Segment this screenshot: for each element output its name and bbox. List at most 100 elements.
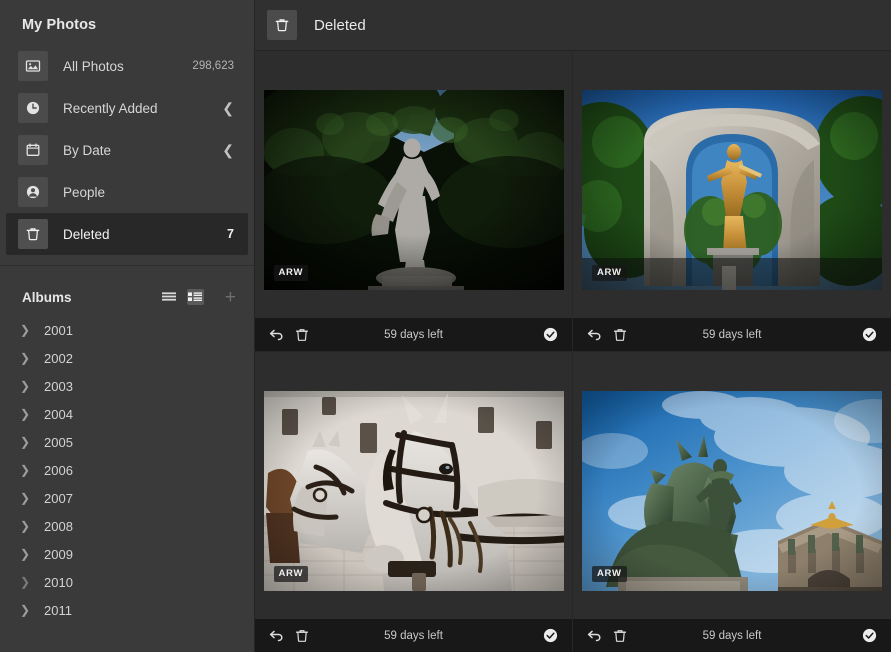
album-year-row[interactable]: ❯ 2010	[0, 568, 254, 596]
album-year-label: 2011	[44, 603, 72, 618]
all-photos-count: 298,623	[192, 60, 234, 72]
thumbnail-wrapper[interactable]: ARW	[582, 90, 882, 290]
check-circle-icon[interactable]	[862, 628, 877, 643]
sidebar: My Photos All Photos 298,623 Recently Ad…	[0, 0, 255, 652]
chevron-right-icon[interactable]: ❯	[20, 323, 36, 337]
album-year-label: 2009	[44, 547, 73, 562]
photo-card-actionbar: 59 days left	[255, 318, 572, 351]
trash-icon[interactable]	[295, 628, 309, 643]
photo-card[interactable]: ARW 59 days left	[255, 352, 573, 652]
trash-icon	[267, 10, 297, 40]
undo-icon[interactable]	[269, 629, 284, 643]
album-year-row[interactable]: ❯ 2007	[0, 484, 254, 512]
trash-icon[interactable]	[613, 628, 627, 643]
album-year-row[interactable]: ❯ 2001	[0, 316, 254, 344]
chevron-right-icon[interactable]: ❯	[20, 603, 36, 617]
format-badge: ARW	[274, 566, 309, 582]
chevron-right-icon[interactable]: ❯	[20, 435, 36, 449]
sidebar-item-all-photos[interactable]: All Photos 298,623	[6, 45, 248, 87]
album-year-row[interactable]: ❯ 2005	[0, 428, 254, 456]
album-year-label: 2010	[44, 575, 73, 590]
content-header: Deleted	[255, 0, 891, 51]
trash-icon[interactable]	[295, 327, 309, 342]
thumbnail-wrapper[interactable]: ARW	[264, 391, 564, 591]
detail-view-icon[interactable]	[187, 289, 204, 305]
sidebar-title: My Photos	[0, 0, 254, 33]
chevron-right-icon[interactable]: ❯	[20, 519, 36, 533]
undo-icon[interactable]	[587, 629, 602, 643]
undo-icon[interactable]	[587, 328, 602, 342]
check-circle-icon[interactable]	[543, 327, 558, 342]
format-badge: ARW	[592, 265, 627, 281]
albums-title: Albums	[22, 290, 161, 305]
photo-card[interactable]: ARW 59 days left	[573, 352, 891, 652]
photo-card-actionbar: 59 days left	[255, 619, 572, 652]
albums-year-list: ❯ 2001 ❯ 2002 ❯ 2003 ❯ 2004 ❯ 2005 ❯ 2006 ❯ 200…	[0, 312, 254, 624]
album-year-label: 2008	[44, 519, 73, 534]
image-icon	[18, 51, 48, 81]
trash-icon[interactable]	[613, 327, 627, 342]
sidebar-item-label: Recently Added	[63, 101, 222, 116]
chevron-right-icon[interactable]: ❯	[20, 463, 36, 477]
thumbnail-wrapper[interactable]: ARW	[582, 391, 882, 591]
albums-header: Albums +	[0, 266, 254, 312]
clock-icon	[18, 93, 48, 123]
photo-grid: ARW 59 days left	[255, 51, 891, 652]
sidebar-item-by-date[interactable]: By Date ❮	[6, 129, 248, 171]
album-year-label: 2003	[44, 379, 73, 394]
person-icon	[18, 177, 48, 207]
album-year-row[interactable]: ❯ 2002	[0, 344, 254, 372]
chevron-right-icon[interactable]: ❯	[20, 491, 36, 505]
album-year-label: 2001	[44, 323, 73, 338]
sidebar-item-label: People	[63, 185, 234, 200]
app-window: My Photos All Photos 298,623 Recently Ad…	[0, 0, 891, 652]
albums-toolbar: +	[161, 288, 236, 307]
sidebar-item-label: All Photos	[63, 59, 192, 74]
calendar-icon	[18, 135, 48, 165]
format-badge: ARW	[274, 265, 309, 281]
page-title: Deleted	[314, 17, 366, 34]
album-year-row[interactable]: ❯ 2011	[0, 596, 254, 624]
sidebar-item-people[interactable]: People	[6, 171, 248, 213]
chevron-left-icon[interactable]: ❮	[222, 101, 234, 115]
format-badge: ARW	[592, 566, 627, 582]
undo-icon[interactable]	[269, 328, 284, 342]
photo-thumbnail-statue-in-park[interactable]	[264, 90, 564, 290]
album-year-row[interactable]: ❯ 2008	[0, 512, 254, 540]
sidebar-item-deleted[interactable]: Deleted 7	[6, 213, 248, 255]
album-year-row[interactable]: ❯ 2003	[0, 372, 254, 400]
main-content: Deleted	[255, 0, 891, 652]
photo-card[interactable]: ARW 59 days left	[573, 51, 891, 352]
album-year-label: 2005	[44, 435, 73, 450]
chevron-right-icon[interactable]: ❯	[20, 351, 36, 365]
photo-card-actionbar: 59 days left	[573, 318, 891, 351]
sidebar-item-label: Deleted	[63, 227, 227, 242]
sidebar-item-recently-added[interactable]: Recently Added ❮	[6, 87, 248, 129]
list-view-icon[interactable]	[161, 289, 178, 305]
check-circle-icon[interactable]	[543, 628, 558, 643]
trash-icon	[18, 219, 48, 249]
sidebar-nav-list: All Photos 298,623 Recently Added ❮ By D…	[0, 33, 254, 255]
album-year-row[interactable]: ❯ 2009	[0, 540, 254, 568]
photo-thumbnail-equestrian-bronze-statue[interactable]	[582, 391, 882, 591]
album-year-row[interactable]: ❯ 2006	[0, 456, 254, 484]
chevron-right-icon[interactable]: ❯	[20, 407, 36, 421]
thumbnail-wrapper[interactable]: ARW	[264, 90, 564, 290]
album-year-label: 2002	[44, 351, 73, 366]
photo-card[interactable]: ARW 59 days left	[255, 51, 573, 352]
album-year-label: 2006	[44, 463, 73, 478]
photo-card-actionbar: 59 days left	[573, 619, 891, 652]
chevron-right-icon[interactable]: ❯	[20, 547, 36, 561]
plus-icon[interactable]: +	[225, 288, 236, 307]
chevron-right-icon[interactable]: ❯	[20, 575, 36, 589]
chevron-left-icon[interactable]: ❮	[222, 143, 234, 157]
album-year-label: 2004	[44, 407, 73, 422]
check-circle-icon[interactable]	[862, 327, 877, 342]
sidebar-item-label: By Date	[63, 143, 222, 158]
photo-thumbnail-golden-violinist-monument[interactable]	[582, 90, 882, 290]
chevron-right-icon[interactable]: ❯	[20, 379, 36, 393]
album-year-row[interactable]: ❯ 2004	[0, 400, 254, 428]
album-year-label: 2007	[44, 491, 73, 506]
deleted-count: 7	[227, 227, 234, 241]
photo-thumbnail-white-carriage-horses[interactable]	[264, 391, 564, 591]
